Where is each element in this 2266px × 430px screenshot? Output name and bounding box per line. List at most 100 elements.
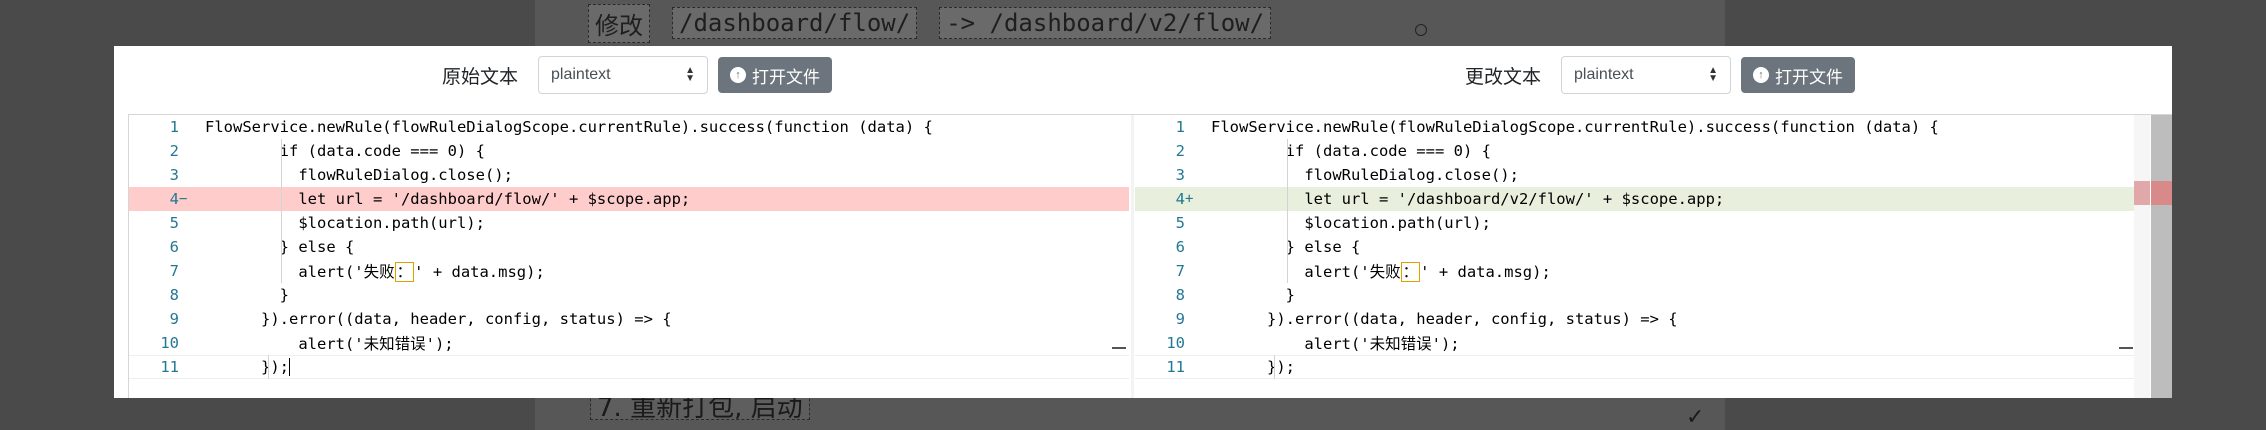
line-number: 8	[1175, 286, 1185, 304]
code-line[interactable]: 5 $location.path(url);	[129, 211, 1129, 235]
overview-change-mark	[2151, 181, 2172, 205]
code-text-content: alert('未知错误');	[1211, 335, 1460, 353]
code-line[interactable]: 11 });	[1135, 355, 2137, 379]
code-text: });	[1199, 358, 2137, 376]
modified-open-file-button[interactable]: ↑ 打开文件	[1741, 57, 1856, 93]
code-text: alert('未知错误');	[193, 332, 1129, 354]
code-line[interactable]: 1 FlowService.newRule(flowRuleDialogScope…	[129, 115, 1129, 139]
modified-language-value: plaintext	[1574, 66, 1634, 83]
pane-divider[interactable]	[1131, 115, 1134, 398]
code-text: $location.path(url);	[193, 214, 1129, 232]
code-text: }	[193, 286, 1129, 304]
arrow-up-circle-icon: ↑	[1753, 67, 1770, 83]
line-number: 2	[169, 142, 179, 160]
line-number: 3	[1175, 166, 1185, 184]
background-heading-from: /dashboard/flow/	[672, 7, 918, 39]
modified-label: 更改文本	[1465, 66, 1542, 88]
code-line[interactable]: 8 }	[129, 283, 1129, 307]
code-text: FlowService.newRule(flowRuleDialogScope.…	[1199, 118, 2137, 136]
code-text-content: } else {	[1211, 238, 1361, 256]
code-text: });	[193, 358, 1129, 377]
line-number: 7	[1175, 262, 1185, 280]
background-heading-to: -> /dashboard/v2/flow/	[939, 7, 1272, 39]
code-text-content: if (data.code === 0) {	[205, 142, 485, 160]
indent-guide	[1274, 355, 1275, 379]
diff-overview-ruler[interactable]	[2151, 115, 2172, 398]
code-line[interactable]: 6 } else {	[1135, 235, 2137, 259]
check-icon: ✓	[1686, 404, 1705, 429]
line-number: 9	[169, 310, 179, 328]
code-text-before: alert('失败	[1211, 263, 1401, 281]
code-line[interactable]: 8 }	[1135, 283, 2137, 307]
background-heading: 修改 /dashboard/flow/ -> /dashboard/v2/flo…	[588, 3, 1272, 43]
code-text: } else {	[193, 238, 1129, 256]
original-editor-pane[interactable]: 1 FlowService.newRule(flowRuleDialogScope…	[129, 115, 1129, 398]
code-text-content: let url = '/dashboard/flow/' + $scope.ap…	[205, 190, 691, 208]
line-number: 1	[1175, 118, 1185, 136]
code-line[interactable]: 9 }).error((data, header, config, status…	[129, 307, 1129, 331]
line-number: 2	[1175, 142, 1185, 160]
code-text-before: alert('失败	[205, 263, 395, 281]
unicode-highlight: ：	[1400, 262, 1421, 282]
code-line[interactable]: 7 alert('失败： ' + data.msg);	[1135, 259, 2137, 283]
code-line[interactable]: 9 }).error((data, header, config, status…	[1135, 307, 2137, 331]
code-text: if (data.code === 0) {	[1199, 142, 2137, 160]
code-text-content: });	[205, 357, 289, 376]
diff-toolbar: 原始文本 plaintext ▲ ▼ ↑ 打开文件 更改文本 plaintext …	[114, 46, 2172, 114]
code-line[interactable]: 6 } else {	[129, 235, 1129, 259]
modified-editor-pane[interactable]: 1 FlowService.newRule(flowRuleDialogScope…	[1135, 115, 2137, 398]
unicode-highlight: ：	[394, 262, 415, 282]
code-text: if (data.code === 0) {	[193, 142, 1129, 160]
original-language-select[interactable]: plaintext ▲ ▼	[538, 56, 709, 94]
updown-caret-icon: ▲ ▼	[1708, 65, 1719, 84]
code-line[interactable]: 3 flowRuleDialog.close();	[1135, 163, 2137, 187]
original-open-file-button[interactable]: ↑ 打开文件	[718, 57, 833, 93]
code-line[interactable]: 2 if (data.code === 0) {	[1135, 139, 2137, 163]
line-number: 10	[1166, 334, 1185, 352]
code-text: $location.path(url);	[1199, 214, 2137, 232]
text-cursor	[289, 358, 290, 377]
line-number: 11	[160, 358, 179, 376]
code-line[interactable]: 3 flowRuleDialog.close();	[129, 163, 1129, 187]
code-line[interactable]: 7 alert('失败： ' + data.msg);	[129, 259, 1129, 283]
indent-guide	[281, 139, 282, 283]
line-number: 11	[1166, 358, 1185, 376]
overview-change-mark	[2134, 181, 2150, 205]
code-text: alert('失败： ' + data.msg);	[1199, 260, 2137, 282]
code-text-after: ' + data.msg);	[1420, 263, 1551, 281]
original-open-file-label: 打开文件	[752, 67, 821, 87]
code-line[interactable]: 1 FlowService.newRule(flowRuleDialogScope…	[1135, 115, 2137, 139]
line-number: 10	[160, 334, 179, 352]
modified-language-select[interactable]: plaintext ▲ ▼	[1561, 56, 1732, 94]
code-text-content: if (data.code === 0) {	[1211, 142, 1491, 160]
original-language-value: plaintext	[551, 66, 611, 83]
code-line[interactable]: 10 alert('未知错误');	[129, 331, 1129, 355]
line-number: 4	[169, 190, 179, 208]
diff-editor[interactable]: 1 FlowService.newRule(flowRuleDialogScope…	[128, 114, 2172, 398]
modified-open-file-label: 打开文件	[1775, 67, 1844, 87]
code-text-after: ' + data.msg);	[414, 263, 545, 281]
code-line[interactable]: 10 alert('未知错误');	[1135, 331, 2137, 355]
code-text-content: flowRuleDialog.close();	[1211, 166, 1519, 184]
background-cursor-icon	[1415, 24, 1427, 36]
code-text: } else {	[1199, 238, 2137, 256]
code-line[interactable]: 2 if (data.code === 0) {	[129, 139, 1129, 163]
modified-toolbar: 更改文本 plaintext ▲ ▼ ↑ 打开文件	[1465, 56, 1856, 94]
code-line[interactable]: 5 $location.path(url);	[1135, 211, 2137, 235]
updown-caret-icon: ▲ ▼	[685, 65, 696, 84]
line-number: 3	[169, 166, 179, 184]
code-text-content: } else {	[205, 238, 355, 256]
code-line[interactable]: 11 });	[129, 355, 1129, 379]
modified-overview-ruler	[2134, 115, 2150, 398]
code-text: flowRuleDialog.close();	[1199, 166, 2137, 184]
line-number: 9	[1175, 310, 1185, 328]
original-toolbar: 原始文本 plaintext ▲ ▼ ↑ 打开文件	[442, 56, 833, 94]
original-scroll-marker	[1112, 347, 1126, 349]
code-text-content: FlowService.newRule(flowRuleDialogScope.…	[205, 118, 933, 136]
code-text: flowRuleDialog.close();	[193, 166, 1129, 184]
line-number: 7	[169, 262, 179, 280]
code-text: }).error((data, header, config, status) …	[1199, 310, 2137, 328]
code-text: alert('未知错误');	[1199, 332, 2137, 354]
code-line[interactable]: 4 + let url = '/dashboard/v2/flow/' + $sc…	[1135, 187, 2137, 211]
code-line[interactable]: 4− let url = '/dashboard/flow/' + $scope…	[129, 187, 1129, 211]
